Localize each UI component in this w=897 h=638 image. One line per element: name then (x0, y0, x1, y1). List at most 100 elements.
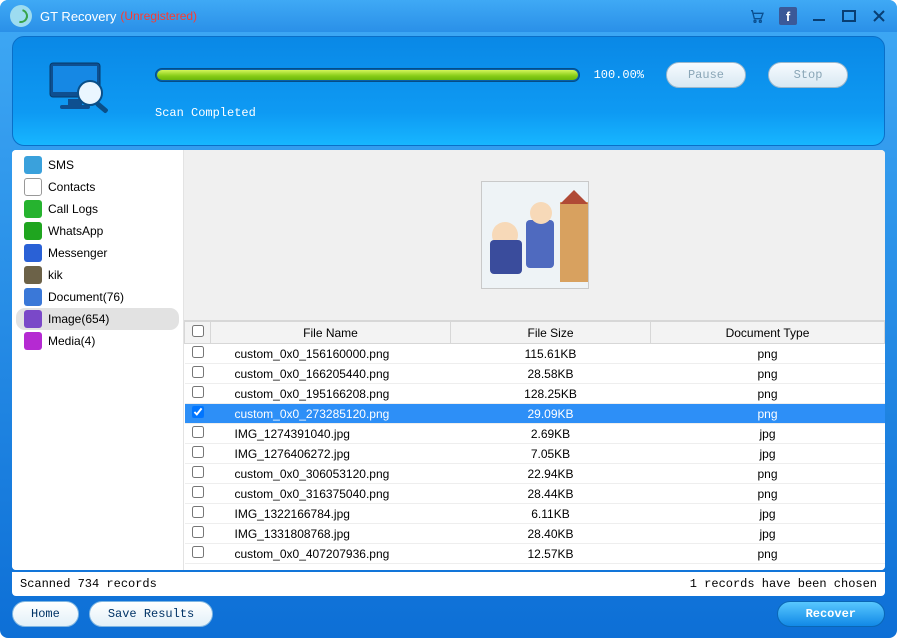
preview-image (481, 181, 589, 289)
document-type-cell: png (651, 344, 885, 364)
row-checkbox[interactable] (192, 466, 204, 478)
row-check-cell[interactable] (185, 364, 211, 384)
sidebar-item-contacts[interactable]: Contacts (16, 176, 179, 198)
file-name-cell: IMG_1274391040.jpg (211, 424, 451, 444)
home-button[interactable]: Home (12, 601, 79, 627)
stop-button[interactable]: Stop (768, 62, 848, 88)
column-header-check[interactable] (185, 322, 211, 344)
scan-status-text: Scan Completed (155, 106, 848, 120)
row-check-cell[interactable] (185, 524, 211, 544)
table-row[interactable]: custom_0x0_156160000.png115.61KBpng (185, 344, 885, 364)
row-check-cell[interactable] (185, 484, 211, 504)
sidebar-item-label: Contacts (48, 180, 95, 194)
row-checkbox[interactable] (192, 386, 204, 398)
table-row[interactable]: custom_0x0_407207936.png12.57KBpng (185, 544, 885, 564)
row-check-cell[interactable] (185, 384, 211, 404)
column-header-name[interactable]: File Name (211, 322, 451, 344)
row-check-cell[interactable] (185, 464, 211, 484)
sidebar-item-call-logs[interactable]: Call Logs (16, 198, 179, 220)
save-results-button[interactable]: Save Results (89, 601, 213, 627)
row-checkbox[interactable] (192, 346, 204, 358)
sidebar-item-sms[interactable]: SMS (16, 154, 179, 176)
sidebar-item-label: WhatsApp (48, 224, 103, 238)
scanned-count-text: Scanned 734 records (20, 577, 157, 591)
document-type-cell: png (651, 464, 885, 484)
kik-icon (24, 266, 42, 284)
call-logs-icon (24, 200, 42, 218)
select-all-checkbox[interactable] (192, 325, 204, 337)
file-table-scroll[interactable]: File Name File Size Document Type custom… (184, 320, 885, 570)
contacts-icon (24, 178, 42, 196)
app-window: GT Recovery (Unregistered) f (0, 0, 897, 638)
document-icon (24, 288, 42, 306)
row-check-cell[interactable] (185, 344, 211, 364)
table-row[interactable]: IMG_1276406272.jpg7.05KBjpg (185, 444, 885, 464)
sidebar-item-image-654-[interactable]: Image(654) (16, 308, 179, 330)
cart-icon[interactable] (749, 8, 765, 24)
row-checkbox[interactable] (192, 406, 204, 418)
row-check-cell[interactable] (185, 444, 211, 464)
maximize-icon[interactable] (841, 8, 857, 24)
table-row[interactable]: custom_0x0_166205440.png28.58KBpng (185, 364, 885, 384)
sidebar-item-label: Media(4) (48, 334, 95, 348)
file-size-cell: 22.94KB (451, 464, 651, 484)
file-name-cell: custom_0x0_156160000.png (211, 344, 451, 364)
app-logo-icon (10, 5, 32, 27)
sidebar-item-document-76-[interactable]: Document(76) (16, 286, 179, 308)
file-size-cell: 29.09KB (451, 404, 651, 424)
file-size-cell: 28.44KB (451, 484, 651, 504)
row-checkbox[interactable] (192, 366, 204, 378)
sidebar-item-label: Call Logs (48, 202, 98, 216)
table-row[interactable]: IMG_1322166784.jpg6.11KBjpg (185, 504, 885, 524)
file-name-cell: custom_0x0_273285120.png (211, 404, 451, 424)
scan-panel: 100.00% Pause Stop Scan Completed (12, 36, 885, 146)
row-checkbox[interactable] (192, 486, 204, 498)
sidebar-item-whatsapp[interactable]: WhatsApp (16, 220, 179, 242)
sidebar-item-label: kik (48, 268, 63, 282)
sidebar-item-label: Document(76) (48, 290, 124, 304)
document-type-cell: png (651, 364, 885, 384)
recover-button[interactable]: Recover (777, 601, 885, 627)
document-type-cell: jpg (651, 424, 885, 444)
row-checkbox[interactable] (192, 526, 204, 538)
document-type-cell: png (651, 404, 885, 424)
row-check-cell[interactable] (185, 424, 211, 444)
table-row[interactable]: IMG_1331808768.jpg28.40KBjpg (185, 524, 885, 544)
file-name-cell: IMG_1276406272.jpg (211, 444, 451, 464)
close-icon[interactable] (871, 8, 887, 24)
row-check-cell[interactable] (185, 504, 211, 524)
file-size-cell: 2.69KB (451, 424, 651, 444)
whatsapp-icon (24, 222, 42, 240)
document-type-cell: png (651, 484, 885, 504)
row-checkbox[interactable] (192, 426, 204, 438)
row-checkbox[interactable] (192, 506, 204, 518)
column-header-type[interactable]: Document Type (651, 322, 885, 344)
table-row[interactable]: custom_0x0_316375040.png28.44KBpng (185, 484, 885, 504)
facebook-icon[interactable]: f (779, 7, 797, 25)
table-row[interactable]: custom_0x0_195166208.png128.25KBpng (185, 384, 885, 404)
table-row[interactable]: IMG_1274391040.jpg2.69KBjpg (185, 424, 885, 444)
sidebar-item-messenger[interactable]: Messenger (16, 242, 179, 264)
file-name-cell: custom_0x0_407207936.png (211, 544, 451, 564)
sidebar-item-kik[interactable]: kik (16, 264, 179, 286)
pause-button[interactable]: Pause (666, 62, 746, 88)
file-name-cell: custom_0x0_166205440.png (211, 364, 451, 384)
category-sidebar: SMS Contacts Call Logs WhatsApp Messenger kik… (12, 150, 184, 570)
column-header-size[interactable]: File Size (451, 322, 651, 344)
row-check-cell[interactable] (185, 544, 211, 564)
file-size-cell: 128.25KB (451, 384, 651, 404)
sidebar-item-label: SMS (48, 158, 74, 172)
row-check-cell[interactable] (185, 404, 211, 424)
table-row[interactable]: custom_0x0_306053120.png22.94KBpng (185, 464, 885, 484)
sidebar-item-media-4-[interactable]: Media(4) (16, 330, 179, 352)
row-checkbox[interactable] (192, 446, 204, 458)
minimize-icon[interactable] (811, 8, 827, 24)
title-bar: GT Recovery (Unregistered) f (0, 0, 897, 32)
row-checkbox[interactable] (192, 546, 204, 558)
document-type-cell: png (651, 384, 885, 404)
file-table: File Name File Size Document Type custom… (184, 321, 885, 564)
messenger-icon (24, 244, 42, 262)
monitor-search-icon (35, 53, 125, 129)
document-type-cell: png (651, 544, 885, 564)
table-row[interactable]: custom_0x0_273285120.png29.09KBpng (185, 404, 885, 424)
